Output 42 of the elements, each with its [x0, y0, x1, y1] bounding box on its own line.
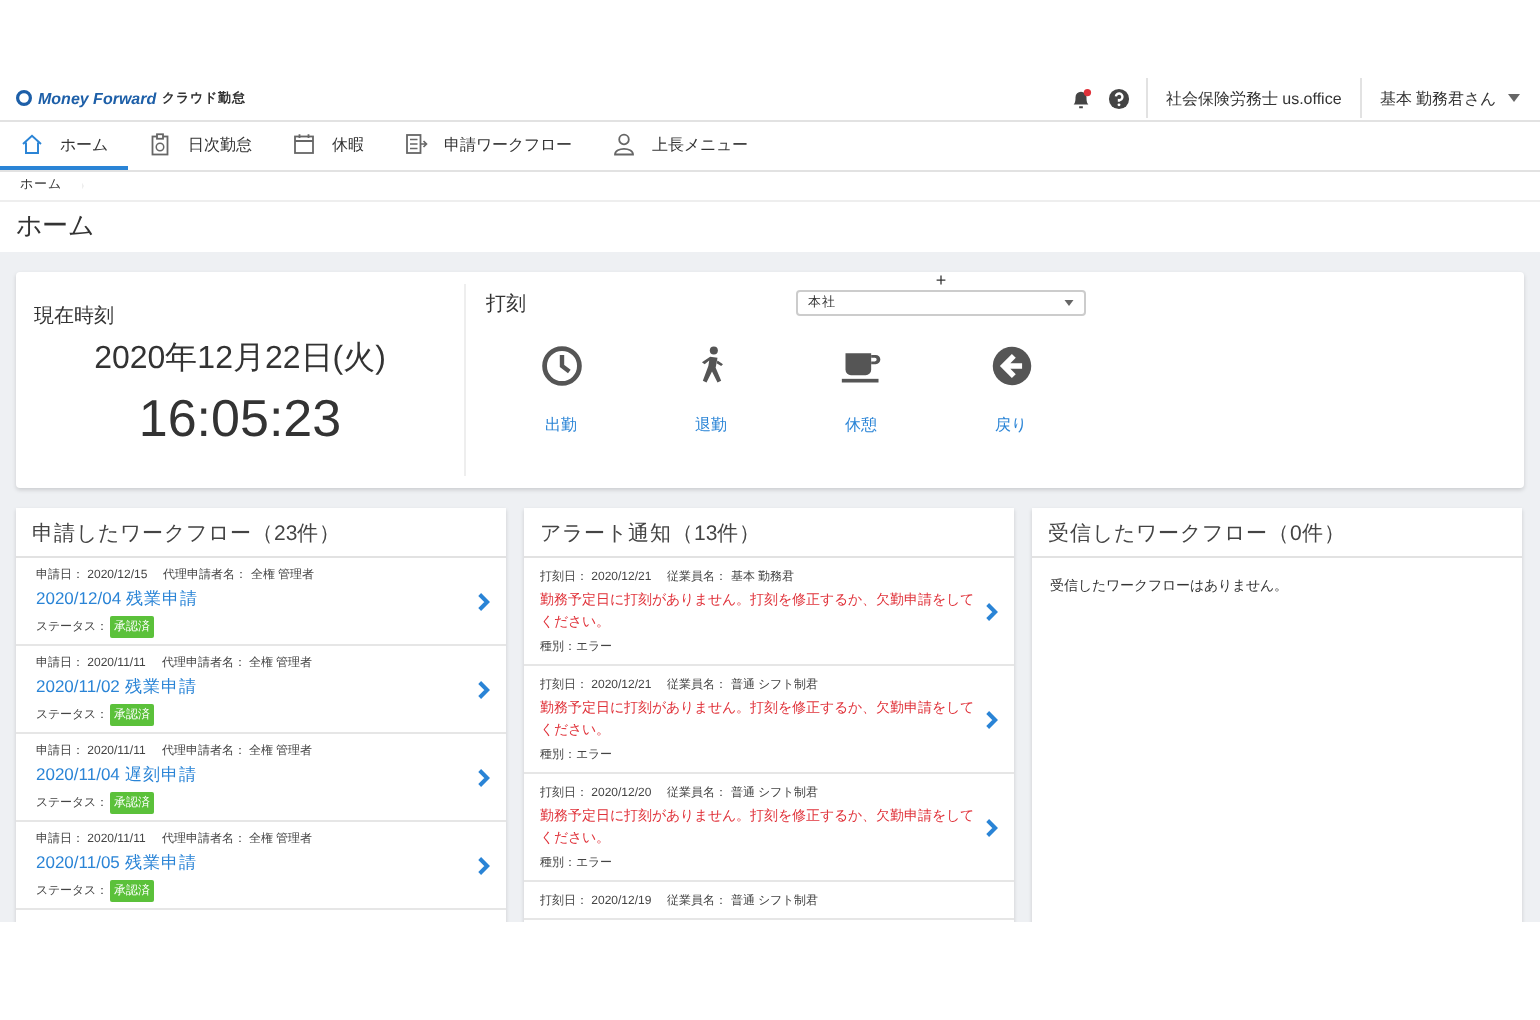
- nav-tab[interactable]: 日次勤怠: [128, 122, 272, 170]
- clock-icon: [539, 344, 583, 388]
- user-menu[interactable]: 基本 勤務君さん: [1379, 87, 1496, 109]
- logo-brand: Money Forward: [38, 89, 157, 107]
- stamp-label: 打刻: [486, 291, 526, 318]
- stamp-button[interactable]: 休憩: [811, 344, 911, 436]
- clock-label: 現在時刻: [34, 303, 114, 330]
- panel-title: 受信したワークフロー（0件）: [1032, 508, 1522, 558]
- clipboard-icon: [148, 132, 172, 156]
- nav-tab[interactable]: 休暇: [272, 122, 384, 170]
- calendar-icon: [292, 132, 316, 156]
- caret-icon[interactable]: [1064, 300, 1074, 306]
- home-icon: [20, 132, 44, 156]
- help-icon[interactable]: [1107, 87, 1130, 109]
- request-link[interactable]: 2020/11/04 遅刻申請: [36, 764, 476, 788]
- add-symbol[interactable]: +: [935, 270, 947, 290]
- nav-tab[interactable]: 上長メニュー: [592, 122, 768, 170]
- chevron-right-icon[interactable]: [984, 818, 998, 838]
- office-name[interactable]: 社会保険労務士 us.office: [1147, 87, 1360, 109]
- nav-tab[interactable]: 申請ワークフロー: [384, 122, 592, 170]
- panel-title: アラート通知（13件）: [524, 508, 1014, 558]
- request-link[interactable]: 2020/11/05 残業申請: [36, 852, 476, 876]
- list-arrow-icon: [404, 132, 428, 156]
- chevron-right-icon[interactable]: [476, 680, 490, 700]
- stamp-button[interactable]: 出勤: [511, 344, 611, 436]
- person-icon: [612, 132, 636, 156]
- current-date: 2020年12月22日(火): [94, 339, 386, 380]
- page-title: ホーム: [14, 208, 96, 244]
- stamp-button[interactable]: 退勤: [661, 344, 761, 436]
- current-time: 16:05:23: [138, 388, 342, 450]
- chevron-right-icon[interactable]: [984, 602, 998, 622]
- stamp-button[interactable]: 戻り: [961, 344, 1061, 436]
- chevron-right-icon[interactable]: [476, 768, 490, 788]
- chevron-right-icon[interactable]: [984, 710, 998, 730]
- chevron-right-icon[interactable]: [476, 592, 490, 612]
- panel-title: 申請したワークフロー（23件）: [16, 508, 506, 558]
- bell-icon[interactable]: [1069, 87, 1092, 109]
- caret-icon[interactable]: [1508, 94, 1520, 102]
- request-link[interactable]: 2020/11/02 残業申請: [36, 676, 476, 700]
- request-link[interactable]: 2020/12/04 残業申請: [36, 588, 476, 612]
- chevron-right-icon[interactable]: [476, 856, 490, 876]
- logo-icon: [16, 90, 32, 106]
